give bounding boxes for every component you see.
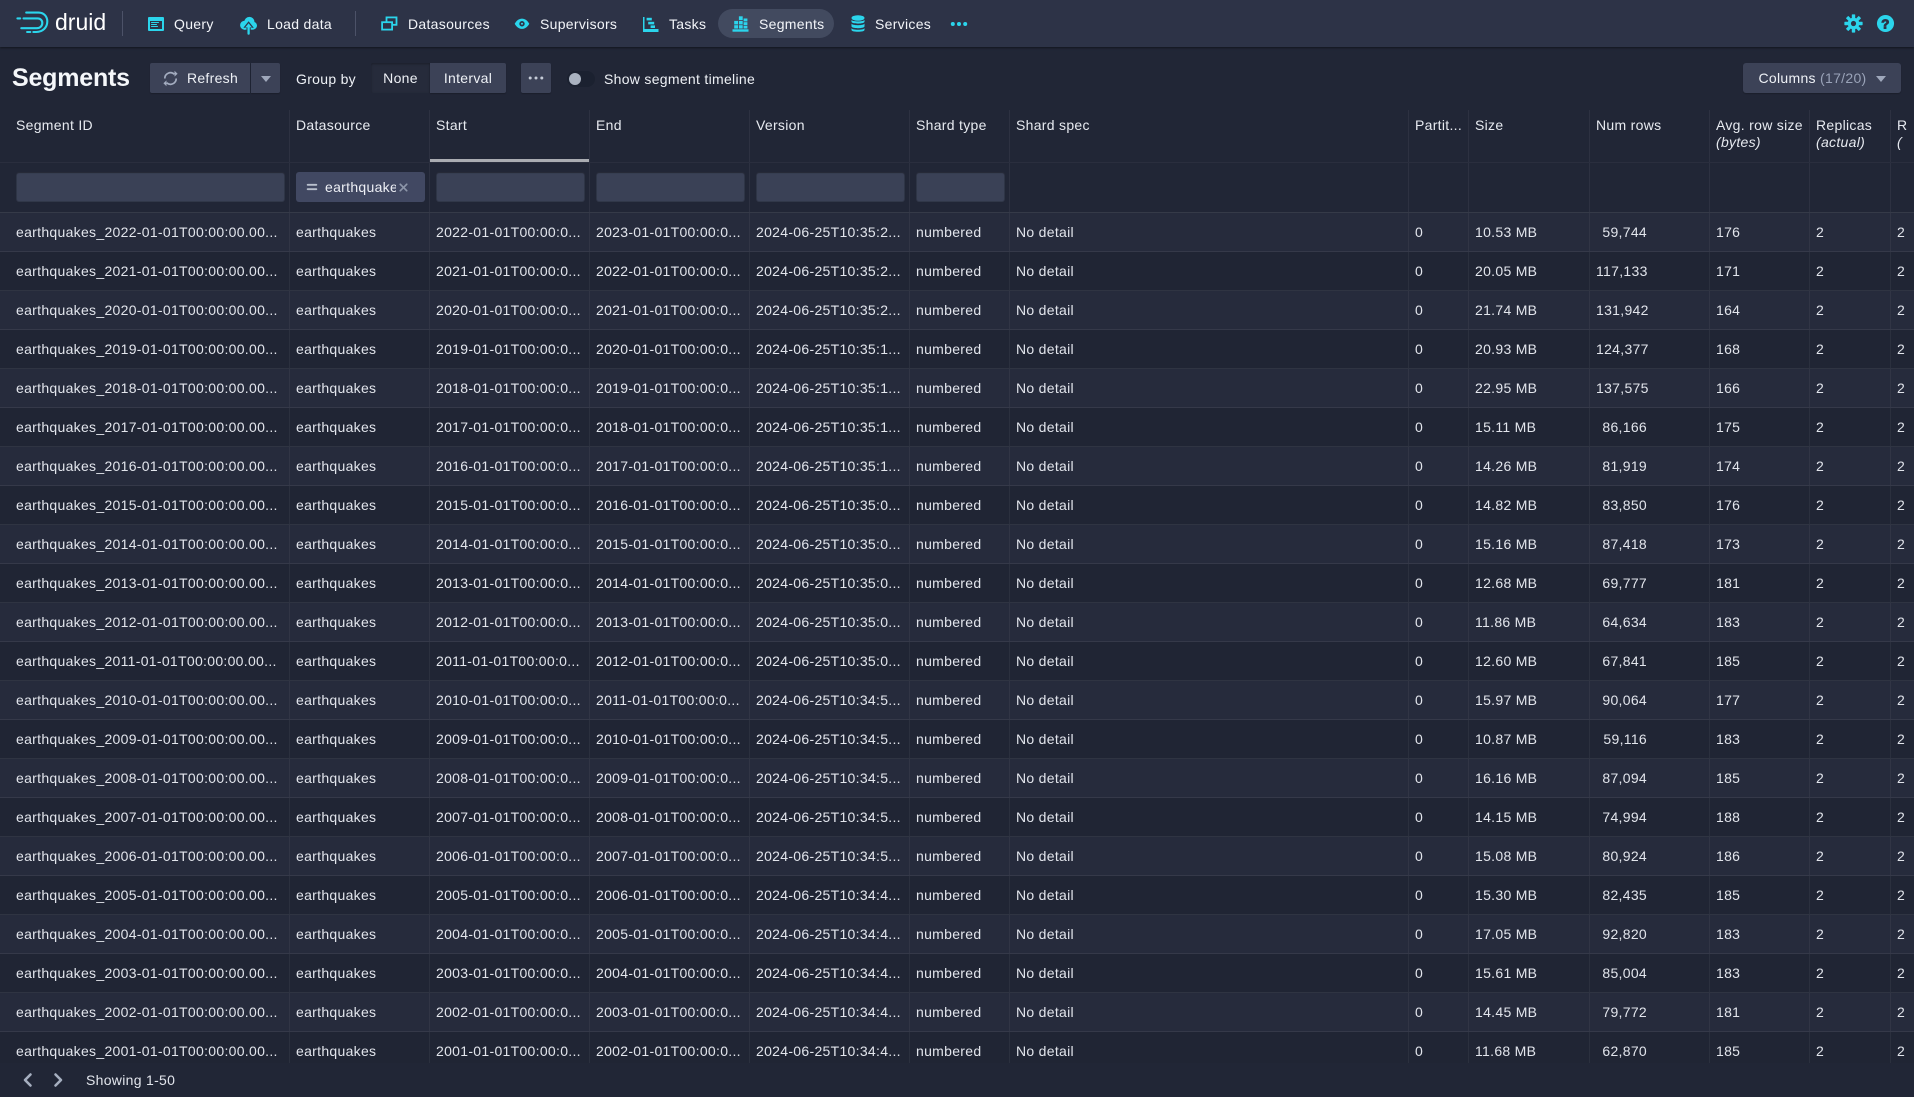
svg-text:?: ?	[1881, 16, 1889, 31]
